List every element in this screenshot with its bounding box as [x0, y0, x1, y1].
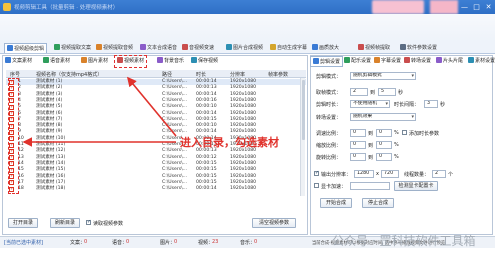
cut-length-select[interactable]: 不使用随机 — [350, 100, 390, 108]
settings-tab-2[interactable]: 配乐设置 — [342, 56, 373, 67]
settings-tab-icon — [374, 57, 380, 63]
status-voice-value: 0 — [126, 239, 130, 245]
rotate-from-input[interactable]: 0 — [350, 153, 366, 161]
frame-sep-label: 到 — [370, 90, 376, 96]
speed-from-input[interactable]: 0 — [350, 129, 366, 137]
gpu-accel-input[interactable] — [350, 182, 390, 190]
speed-sep: 到 — [368, 131, 374, 137]
thread-input[interactable]: 2 — [432, 170, 446, 178]
thread-label: 线程数量： — [404, 172, 430, 178]
settings-tab-6[interactable]: 素材设置 — [466, 56, 495, 67]
arrow-to-video-tab — [126, 76, 177, 137]
gpu-accel-label: 显卡加速： — [321, 184, 347, 190]
open-directory-button[interactable]: 打开目录 — [8, 218, 38, 228]
speed-to-input[interactable]: 0 — [376, 129, 392, 137]
rotate-pct: % — [394, 154, 399, 160]
settings-tab-5[interactable]: 片头片尾 — [434, 56, 465, 67]
settings-tab-icon — [436, 57, 442, 63]
cut-mode-label: 剪辑模式： — [316, 74, 342, 80]
gpu-accel-checkbox[interactable] — [314, 183, 319, 188]
settings-tab-label: 片头片尾 — [443, 58, 464, 64]
rotate-label: 旋转比例： — [316, 155, 342, 161]
transition-select[interactable]: 随机效果 — [350, 113, 416, 121]
output-width-input[interactable]: 1280 — [354, 170, 374, 178]
min-length-label: 时长间隔： — [394, 102, 420, 108]
settings-tab-label: 字幕设置 — [381, 58, 402, 64]
status-voice-label: 语音： — [112, 240, 128, 246]
settings-tab-1[interactable]: 剪辑设置 — [310, 56, 344, 67]
rotate-sep: 到 — [368, 155, 374, 161]
scale-sep: 到 — [368, 143, 374, 149]
min-length-unit: 秒 — [440, 102, 446, 108]
status-text-value: 0 — [84, 239, 88, 245]
settings-tab-label: 转场设置 — [411, 58, 432, 64]
settings-tab-icon — [468, 57, 474, 63]
output-res-label: 输出分辨率： — [321, 172, 352, 178]
settings-tab-label: 剪辑设置 — [320, 59, 341, 65]
status-text-label: 文案： — [70, 240, 86, 246]
speed-pct: % — [394, 130, 399, 136]
settings-tab-icon — [313, 58, 319, 64]
settings-tab-icon — [404, 57, 410, 63]
scale-label: 缩放比例： — [316, 143, 342, 149]
speed-extra-checkbox[interactable] — [402, 130, 407, 135]
refresh-directory-button[interactable]: 刷新目录 — [50, 218, 80, 228]
speed-extra-label: 添加时长参数 — [409, 131, 440, 137]
settings-tab-4[interactable]: 转场设置 — [402, 56, 433, 67]
status-music-value: 0 — [254, 239, 258, 245]
min-length-input[interactable]: 3 — [424, 100, 438, 108]
settings-tab-label: 素材设置 — [475, 58, 495, 64]
watermark: 公众号 · 罡科技软件工具箱 — [332, 234, 476, 248]
clear-params-button[interactable]: 清空视频参数 — [252, 218, 296, 228]
cut-length-label: 剪辑时长： — [316, 102, 342, 108]
output-res-checkbox[interactable] — [314, 170, 319, 176]
status-image-label: 图片： — [160, 240, 176, 246]
frame-unit-label: 秒 — [398, 90, 404, 96]
read-params-label: 读取视频参数 — [93, 221, 124, 227]
settings-tab-3[interactable]: 字幕设置 — [372, 56, 403, 67]
status-image-value: 0 — [174, 239, 178, 245]
status-music-label: 音乐： — [240, 240, 256, 246]
settings-tab-label: 配乐设置 — [351, 58, 372, 64]
output-x-label: x — [376, 171, 379, 177]
status-video-value: 23 — [212, 239, 219, 245]
rotate-to-input[interactable]: 0 — [376, 153, 392, 161]
frame-from-input[interactable]: 2 — [350, 88, 368, 96]
cut-mode-select[interactable]: 随机剪辑模式 — [350, 72, 416, 80]
thread-unit: 个 — [448, 172, 454, 178]
scale-from-input[interactable]: 0 — [350, 141, 366, 149]
check-gpu-button[interactable]: 检测显卡配置卡 — [394, 181, 438, 191]
read-params-checkbox[interactable] — [86, 219, 91, 225]
scale-to-input[interactable]: 0 — [376, 141, 392, 149]
frame-to-input[interactable]: 5 — [378, 88, 396, 96]
start-compose-button[interactable]: 开始合成 — [320, 198, 352, 208]
status-selected: [当前已选中素材] — [4, 240, 43, 246]
status-video-label: 视频： — [198, 240, 214, 246]
annotation-text: 进入目录，勾选素材 — [180, 136, 279, 149]
output-height-input[interactable]: 720 — [381, 170, 399, 178]
frame-mode-label: 取帧模式： — [316, 90, 342, 96]
scale-pct: % — [394, 142, 399, 148]
transition-label: 转场设置： — [316, 115, 342, 121]
stop-compose-button[interactable]: 停止合成 — [362, 198, 394, 208]
speed-label: 调速比例： — [316, 131, 342, 137]
settings-tab-icon — [344, 57, 350, 63]
